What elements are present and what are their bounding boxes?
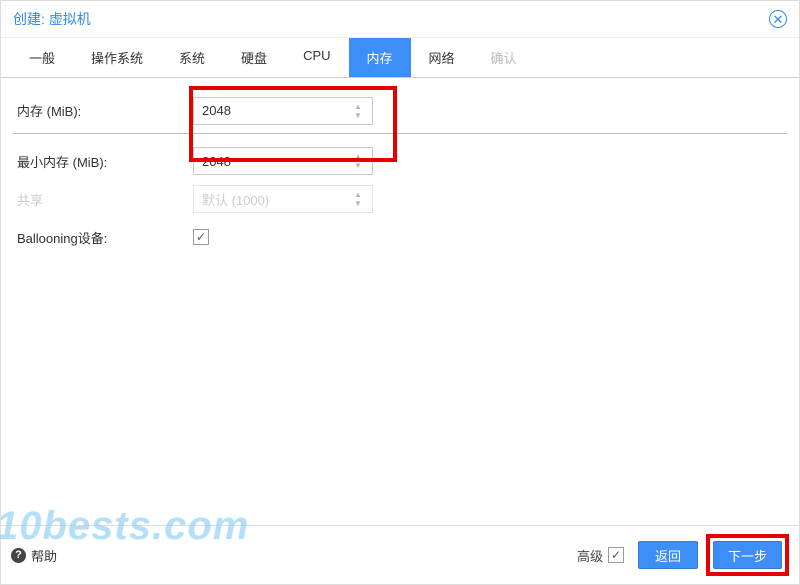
min-memory-spinner[interactable]: ▲▼ <box>193 147 373 175</box>
dialog-title: 创建: 虚拟机 <box>13 9 91 29</box>
form-content: 内存 (MiB): ▲▼ 最小内存 (MiB): ▲▼ 共享 <box>1 78 799 525</box>
create-vm-dialog: 创建: 虚拟机 ✕ 一般 操作系统 系统 硬盘 CPU 内存 网络 确认 内存 … <box>0 0 800 585</box>
shares-row: 共享 ▲▼ <box>13 180 787 218</box>
titlebar: 创建: 虚拟机 ✕ <box>1 1 799 38</box>
advanced-label: 高级 <box>577 546 603 565</box>
footer-actions: 高级 返回 下一步 <box>577 534 789 576</box>
min-memory-input[interactable] <box>194 148 344 174</box>
tab-bar: 一般 操作系统 系统 硬盘 CPU 内存 网络 确认 <box>1 38 799 78</box>
shares-label: 共享 <box>13 190 193 209</box>
shares-input <box>194 186 344 212</box>
help-icon: ? <box>11 548 26 563</box>
memory-row: 内存 (MiB): ▲▼ <box>13 96 787 134</box>
help-button[interactable]: ? 帮助 <box>11 546 57 565</box>
advanced-toggle[interactable]: 高级 <box>577 546 624 565</box>
memory-spinner[interactable]: ▲▼ <box>193 97 373 125</box>
help-label: 帮助 <box>31 546 57 565</box>
spinner-arrows-icon[interactable]: ▲▼ <box>354 98 366 124</box>
tab-disk[interactable]: 硬盘 <box>223 38 285 77</box>
advanced-checkbox[interactable] <box>608 547 624 563</box>
highlight-next-button: 下一步 <box>706 534 789 576</box>
tab-memory[interactable]: 内存 <box>349 38 411 77</box>
tab-system[interactable]: 系统 <box>161 38 223 77</box>
min-memory-label: 最小内存 (MiB): <box>13 152 193 171</box>
spinner-arrows-icon[interactable]: ▲▼ <box>354 148 366 174</box>
tab-cpu[interactable]: CPU <box>285 38 348 77</box>
back-button[interactable]: 返回 <box>638 541 698 569</box>
tab-network[interactable]: 网络 <box>411 38 473 77</box>
tab-confirm: 确认 <box>473 38 535 77</box>
memory-input[interactable] <box>194 98 344 124</box>
close-icon[interactable]: ✕ <box>769 10 787 28</box>
shares-spinner: ▲▼ <box>193 185 373 213</box>
memory-label: 内存 (MiB): <box>13 101 193 120</box>
ballooning-row: Ballooning设备: <box>13 218 787 256</box>
footer: ? 帮助 高级 返回 下一步 <box>1 525 799 584</box>
tab-general[interactable]: 一般 <box>11 38 73 77</box>
min-memory-row: 最小内存 (MiB): ▲▼ <box>13 142 787 180</box>
tab-os[interactable]: 操作系统 <box>73 38 161 77</box>
ballooning-checkbox[interactable] <box>193 229 209 245</box>
spinner-arrows-icon: ▲▼ <box>354 186 366 212</box>
next-button[interactable]: 下一步 <box>713 541 782 569</box>
ballooning-label: Ballooning设备: <box>13 228 193 247</box>
